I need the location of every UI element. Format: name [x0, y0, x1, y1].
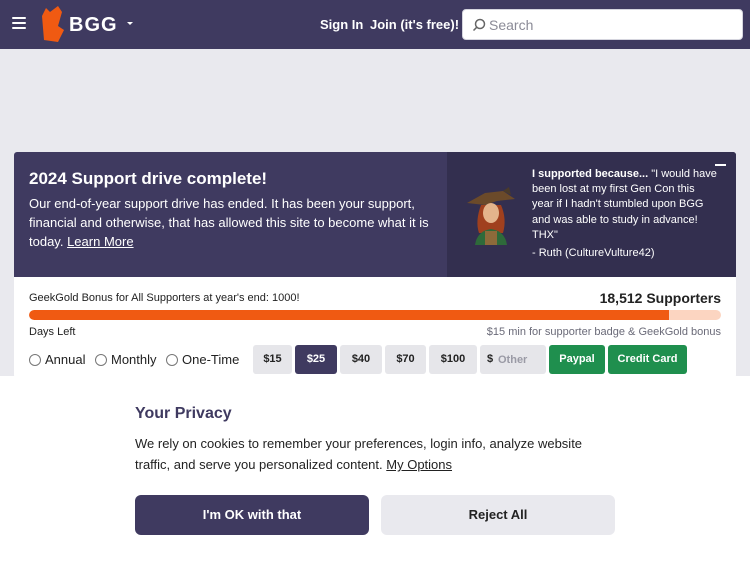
join-link[interactable]: Join (it's free)!: [370, 17, 459, 32]
quote-author: - Ruth (CultureVulture42): [532, 247, 655, 259]
privacy-title: Your Privacy: [135, 405, 232, 422]
amount-15-button[interactable]: $15: [253, 345, 292, 374]
privacy-banner: Your Privacy We rely on cookies to remem…: [0, 376, 750, 563]
geekgold-bonus-text: GeekGold Bonus for All Supporters at yea…: [29, 292, 300, 304]
support-drive-card: 2024 Support drive complete! Our end-of-…: [14, 152, 736, 378]
support-progress-fill: [29, 310, 670, 320]
bgg-logo[interactable]: BGG: [40, 6, 120, 42]
other-amount-field[interactable]: $: [480, 345, 546, 374]
frequency-one-time-label: One-Time: [182, 352, 240, 367]
days-left-label: Days Left: [29, 326, 76, 338]
supporter-quote: I supported because... "I would have bee…: [532, 167, 717, 243]
minimum-note: $15 min for supporter badge & GeekGold b…: [486, 326, 721, 338]
paypal-button[interactable]: Paypal: [549, 345, 605, 374]
search-icon: [472, 18, 486, 32]
top-nav-bar: BGG Sign In Join (it's free)!: [0, 0, 750, 49]
support-drive-banner: 2024 Support drive complete! Our end-of-…: [14, 152, 736, 277]
frequency-monthly[interactable]: Monthly: [95, 352, 157, 367]
privacy-description: We rely on cookies to remember your pref…: [135, 433, 605, 475]
amount-40-button[interactable]: $40: [340, 345, 382, 374]
frequency-annual-label: Annual: [45, 352, 86, 367]
sign-in-link[interactable]: Sign In: [320, 17, 363, 32]
reject-all-button[interactable]: Reject All: [381, 495, 615, 535]
search-box[interactable]: [462, 9, 743, 40]
my-options-link[interactable]: My Options: [386, 457, 452, 472]
frequency-monthly-label: Monthly: [111, 352, 157, 367]
support-drive-description: Our end-of-year support drive has ended.…: [29, 194, 439, 251]
other-amount-input[interactable]: [498, 352, 542, 367]
search-input[interactable]: [489, 15, 734, 35]
supporter-quote-panel: I supported because... "I would have bee…: [447, 152, 736, 277]
menu-icon[interactable]: [12, 17, 26, 30]
radio-one-time[interactable]: [166, 353, 178, 366]
radio-annual[interactable]: [29, 353, 41, 366]
amount-100-button[interactable]: $100: [429, 345, 477, 374]
frequency-annual[interactable]: Annual: [29, 352, 85, 367]
support-progress-bar: [29, 310, 721, 320]
supporter-count: 18,512 Supporters: [599, 290, 721, 306]
learn-more-link[interactable]: Learn More: [67, 234, 133, 249]
privacy-body-text: We rely on cookies to remember your pref…: [135, 436, 583, 472]
dollar-prefix: $: [487, 353, 494, 365]
radio-monthly[interactable]: [95, 353, 107, 366]
credit-card-button[interactable]: Credit Card: [608, 345, 687, 374]
accept-cookies-button[interactable]: I'm OK with that: [135, 495, 369, 535]
supporter-avatar: [467, 187, 515, 245]
quote-lead: I supported because...: [532, 168, 649, 180]
frequency-one-time[interactable]: One-Time: [166, 352, 239, 367]
amount-25-button[interactable]: $25: [295, 345, 337, 374]
minus-icon[interactable]: [715, 164, 726, 166]
support-drive-title: 2024 Support drive complete!: [29, 169, 268, 188]
chevron-down-icon[interactable]: [125, 19, 135, 29]
amount-70-button[interactable]: $70: [385, 345, 426, 374]
logo-text: BGG: [69, 14, 118, 36]
